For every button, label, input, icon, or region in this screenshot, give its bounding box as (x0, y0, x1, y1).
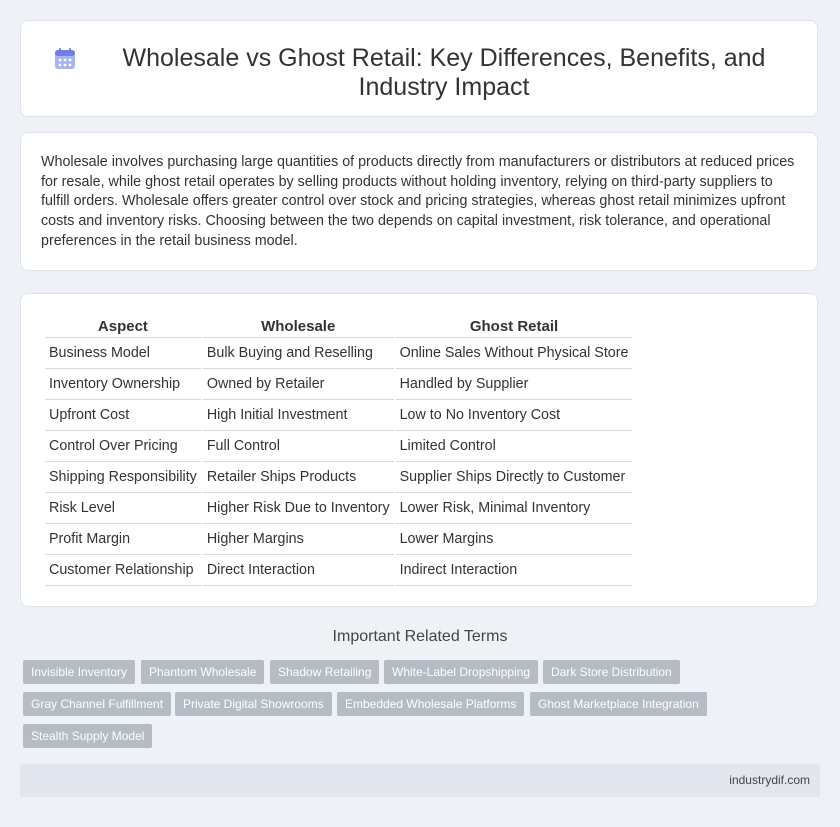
table-cell: Risk Level (45, 493, 201, 524)
related-term-tag[interactable]: Dark Store Distribution (543, 660, 680, 684)
table-row: Shipping Responsibility Retailer Ships Pr… (45, 462, 633, 493)
footer: industrydif.com (20, 764, 820, 797)
table-cell: Business Model (45, 338, 201, 369)
table-row: Business Model Bulk Buying and Reselling O… (45, 338, 633, 369)
intro-paragraph: Wholesale involves purchasing large quan… (41, 154, 795, 249)
table-cell: Shipping Responsibility (45, 462, 201, 493)
comparison-card: Aspect Wholesale Ghost Retail Business M… (20, 293, 818, 607)
related-term-tag[interactable]: Shadow Retailing (270, 660, 380, 684)
table-cell: Full Control (202, 431, 394, 462)
footer-site: industrydif.com (729, 773, 810, 787)
table-cell: Retailer Ships Products (202, 462, 394, 493)
table-row: Inventory Ownership Owned by Retailer Hand… (45, 369, 633, 400)
table-row: Profit Margin Higher Margins Lower Margins (45, 524, 633, 555)
table-cell: Lower Risk, Minimal Inventory (395, 493, 633, 524)
related-term-tag[interactable]: Ghost Marketplace Integration (530, 692, 707, 716)
table-cell: Lower Margins (395, 524, 633, 555)
header-card: Wholesale vs Ghost Retail: Key Differenc… (20, 20, 818, 117)
related-term-tag[interactable]: Private Digital Showrooms (175, 692, 332, 716)
table-row: Customer Relationship Direct Interaction I… (45, 555, 633, 586)
intro-card: Wholesale involves purchasing large quan… (20, 132, 818, 271)
table-cell: Low to No Inventory Cost (395, 400, 633, 431)
table-cell: Handled by Supplier (395, 369, 633, 400)
table-cell: Inventory Ownership (45, 369, 201, 400)
related-term-tag[interactable]: Embedded Wholesale Platforms (337, 692, 525, 716)
table-row: Risk Level Higher Risk Due to Inventory Lo… (45, 493, 633, 524)
table-cell: Indirect Interaction (395, 555, 633, 586)
related-term-tag[interactable]: White-Label Dropshipping (384, 660, 539, 684)
table-row: Control Over Pricing Full Control Limited … (45, 431, 633, 462)
related-term-tag[interactable]: Phantom Wholesale (141, 660, 265, 684)
table-cell: Owned by Retailer (202, 369, 394, 400)
table-row: Upfront Cost High Initial Investment Low t… (45, 400, 633, 431)
table-cell: Online Sales Without Physical Store (395, 338, 633, 369)
table-cell: Limited Control (395, 431, 633, 462)
table-cell: High Initial Investment (202, 400, 394, 431)
table-cell: Higher Margins (202, 524, 394, 555)
table-cell: Supplier Ships Directly to Customer (395, 462, 633, 493)
table-cell: Profit Margin (45, 524, 201, 555)
column-header: Wholesale (202, 315, 394, 338)
table-cell: Bulk Buying and Reselling (202, 338, 394, 369)
related-terms-title: Important Related Terms (332, 628, 508, 645)
comparison-table: Aspect Wholesale Ghost Retail Business M… (43, 315, 634, 586)
calendar-icon (55, 48, 75, 69)
related-term-tag[interactable]: Stealth Supply Model (23, 724, 153, 748)
table-cell: Customer Relationship (45, 555, 201, 586)
related-term-tag[interactable]: Invisible Inventory (23, 660, 136, 684)
column-header: Aspect (45, 315, 201, 338)
page-title: Wholesale vs Ghost Retail: Key Differenc… (122, 44, 766, 101)
table-cell: Control Over Pricing (45, 431, 201, 462)
table-cell: Higher Risk Due to Inventory (202, 493, 394, 524)
table-header-row: Aspect Wholesale Ghost Retail (45, 315, 633, 338)
column-header: Ghost Retail (395, 315, 633, 338)
page: Wholesale vs Ghost Retail: Key Differenc… (0, 0, 840, 827)
table-cell: Upfront Cost (45, 400, 201, 431)
related-term-tag[interactable]: Gray Channel Fulfillment (23, 692, 172, 716)
table-cell: Direct Interaction (202, 555, 394, 586)
